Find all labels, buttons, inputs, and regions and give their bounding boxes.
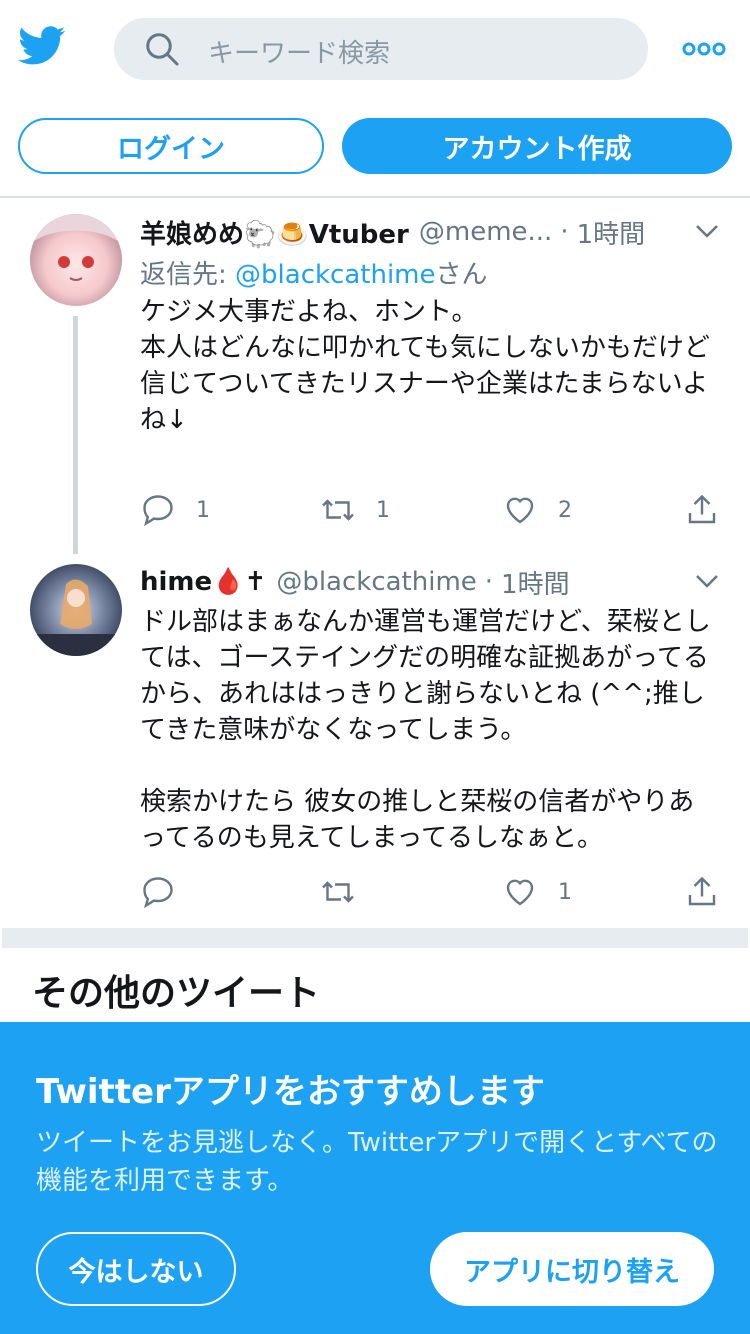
user-name[interactable]: 羊娘めめ🐑🍮Vtuber xyxy=(140,214,409,251)
tweet[interactable]: hime🩸✝ @blackcathime · 1時間 ドル部はまぁなんか運営も運… xyxy=(0,558,750,920)
user-handle[interactable]: @blackcathime xyxy=(276,567,476,597)
not-now-button[interactable]: 今はしない xyxy=(36,1232,236,1306)
reply-prefix: 返信先: xyxy=(140,260,236,290)
search-bar[interactable]: キーワード検索 xyxy=(114,18,648,80)
tweet-header: 羊娘めめ🐑🍮Vtuber @meme... · 1時間 xyxy=(140,214,645,250)
signup-button[interactable]: アカウント作成 xyxy=(342,118,732,174)
reply-to: 返信先: @blackcathimeさん xyxy=(140,254,488,291)
avatar[interactable] xyxy=(30,214,122,306)
search-input[interactable]: キーワード検索 xyxy=(208,33,390,70)
like-count: 1 xyxy=(558,879,572,905)
share-button[interactable] xyxy=(684,490,720,530)
like-count: 2 xyxy=(558,497,572,523)
tweet-actions: 1 xyxy=(140,872,730,912)
reply-icon xyxy=(143,495,173,527)
reply-button[interactable]: 1 xyxy=(140,490,210,530)
separator: · xyxy=(560,217,569,247)
share-icon xyxy=(688,494,716,524)
auth-bar: ログイン アカウント作成 xyxy=(0,118,750,176)
like-button[interactable]: 1 xyxy=(502,872,572,912)
tweet-time[interactable]: 1時間 xyxy=(577,214,646,251)
like-button[interactable]: 2 xyxy=(502,490,572,530)
tweet-text: ケジメ大事だよね、ホント。 本人はどんなに叩かれても気にしないかもだけど 信じて… xyxy=(140,297,710,435)
retweet-icon xyxy=(322,499,354,521)
heart-icon xyxy=(506,879,534,906)
chevron-down-icon[interactable] xyxy=(694,222,720,240)
retweet-icon xyxy=(322,881,354,903)
reply-icon xyxy=(143,877,173,909)
switch-to-app-button[interactable]: アプリに切り替え xyxy=(430,1232,714,1306)
top-header: キーワード検索 xyxy=(0,0,750,100)
heart-icon xyxy=(506,497,534,524)
thread-line xyxy=(73,316,78,554)
reply-handle-link[interactable]: @blackcathime xyxy=(235,260,435,290)
tweet-text: ドル部はまぁなんか運営も運営だけど、栞桜としては、ゴーステイングだの明確な証拠あ… xyxy=(140,607,711,853)
retweet-count: 1 xyxy=(376,497,390,523)
user-name[interactable]: hime🩸✝ xyxy=(140,567,266,597)
retweet-button[interactable] xyxy=(320,872,376,912)
promo-title: Twitterアプリをおすすめします xyxy=(36,1072,545,1112)
section-divider xyxy=(0,928,750,948)
reply-button[interactable] xyxy=(140,872,196,912)
share-button[interactable] xyxy=(684,872,720,912)
twitter-bird-icon[interactable] xyxy=(18,26,66,66)
avatar[interactable] xyxy=(30,564,122,656)
reply-suffix: さん xyxy=(435,260,488,290)
login-button[interactable]: ログイン xyxy=(18,118,324,174)
user-handle[interactable]: @meme... xyxy=(419,217,552,247)
tweet-header: hime🩸✝ @blackcathime · 1時間 xyxy=(140,564,570,600)
search-icon xyxy=(146,33,179,66)
share-icon xyxy=(688,876,716,906)
tweet[interactable]: 羊娘めめ🐑🍮Vtuber @meme... · 1時間 返信先: @blackc… xyxy=(0,198,750,558)
more-dots-icon[interactable] xyxy=(682,38,726,60)
retweet-button[interactable]: 1 xyxy=(320,490,390,530)
tweet-time[interactable]: 1時間 xyxy=(501,564,570,601)
chevron-down-icon[interactable] xyxy=(694,572,720,590)
more-tweets-heading: その他のツイート xyxy=(32,973,321,1014)
reply-count: 1 xyxy=(196,497,210,523)
tweet-actions: 1 1 2 xyxy=(140,490,730,530)
promo-text: ツイートをお見逃しなく。Twitterアプリで開くとすべての機能を利用できます。 xyxy=(36,1128,718,1196)
app-promo-banner: Twitterアプリをおすすめします ツイートをお見逃しなく。Twitterアプ… xyxy=(0,1022,750,1334)
separator: · xyxy=(484,567,494,597)
